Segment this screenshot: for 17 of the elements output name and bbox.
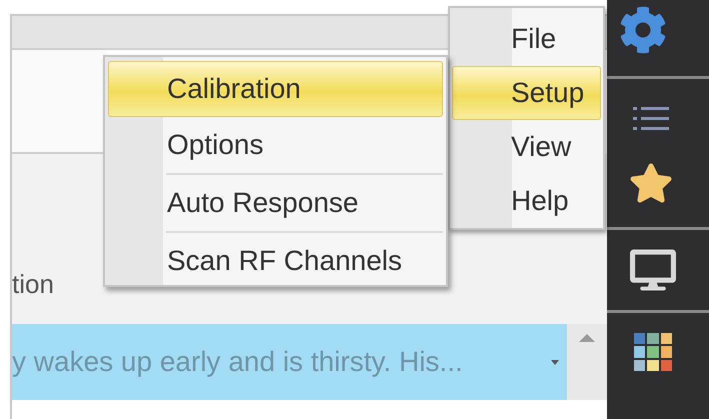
menu-item[interactable]: Setup [452,66,601,120]
menu-item[interactable]: Scan RF Channels [166,233,443,289]
settings-icon[interactable] [619,6,667,54]
menu-item[interactable]: Calibration [108,61,443,117]
star-icon[interactable] [629,161,673,205]
scrollbar[interactable] [567,324,607,400]
menu-item[interactable]: File [452,12,601,66]
menu-item[interactable]: Auto Response [166,175,443,231]
menu-item[interactable]: Options [108,117,443,173]
menu-item[interactable]: View [452,120,601,174]
menu-item[interactable]: Help [452,174,601,228]
monitor-icon[interactable] [630,248,676,292]
list-icon[interactable] [633,105,669,133]
color-grid-icon [634,333,672,371]
dropdown-caret-icon[interactable] [551,360,559,364]
column-header: tion [12,268,54,301]
row-text: y wakes up early and is thirsty. His... [12,345,464,379]
